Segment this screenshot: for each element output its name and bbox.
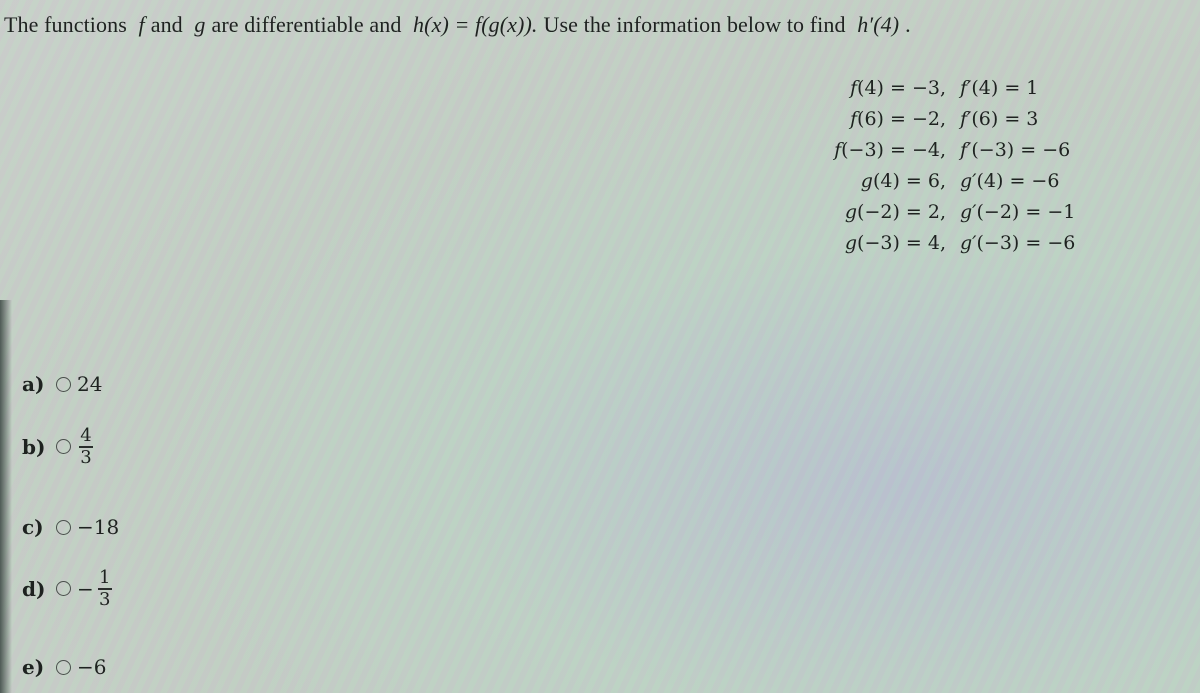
question-text-1: The functions — [4, 12, 127, 37]
given-rhs-fn: f′ — [960, 76, 972, 99]
choice-d[interactable]: d) − 1 3 — [22, 568, 112, 610]
given-rhs-fn: f′ — [960, 107, 972, 130]
numerator: 1 — [99, 567, 111, 588]
choice-a[interactable]: a) 24 — [22, 372, 102, 396]
choice-letter: e) — [22, 655, 45, 679]
given-lhs-fn: g — [860, 169, 873, 192]
given-row: g(4) = 6, g′(4) = −6 — [812, 165, 1092, 196]
given-rhs: (−2) = −1 — [976, 200, 1076, 223]
h-definition: h(x) = f(g(x)). — [413, 12, 538, 37]
given-rhs: (4) = 1 — [971, 76, 1039, 99]
given-lhs: (4) = −3, — [857, 76, 946, 99]
radio-button[interactable] — [56, 581, 71, 597]
screen-edge-shadow — [0, 300, 12, 693]
given-lhs: (−3) = 4, — [857, 231, 946, 254]
choice-letter: d) — [22, 576, 46, 601]
given-lhs: (6) = −2, — [857, 107, 946, 130]
given-rhs: (4) = −6 — [976, 169, 1060, 192]
given-rhs: (−3) = −6 — [971, 138, 1071, 161]
choice-letter: b) — [22, 434, 46, 459]
given-row: f(6) = −2, f′(6) = 3 — [812, 103, 1092, 134]
fraction: 1 3 — [97, 567, 112, 610]
given-row: f(4) = −3, f′(4) = 1 — [812, 72, 1092, 103]
radio-button[interactable] — [56, 376, 71, 392]
function-f: f — [138, 12, 145, 37]
given-rhs-fn: g′ — [960, 169, 977, 192]
choice-value: 24 — [77, 372, 103, 396]
given-lhs-fn: f — [849, 76, 858, 99]
radio-button[interactable] — [56, 659, 71, 675]
question-prompt: The functions f and g are differentiable a… — [4, 12, 911, 38]
given-rhs-fn: g′ — [960, 200, 977, 223]
given-lhs: (−3) = −4, — [841, 138, 946, 161]
given-lhs-fn: f — [849, 107, 858, 130]
choice-value: −18 — [77, 515, 120, 539]
question-text-4: Use the information below to find — [543, 12, 846, 37]
function-g: g — [194, 12, 206, 37]
choice-letter: a) — [22, 372, 45, 396]
choice-b[interactable]: b) 4 3 — [22, 426, 93, 468]
given-lhs: (−2) = 2, — [857, 200, 946, 223]
given-values: f(4) = −3, f′(4) = 1 f(6) = −2, f′(6) = … — [812, 72, 1092, 258]
choice-c[interactable]: c) −18 — [22, 515, 119, 539]
given-row: g(−3) = 4, g′(−3) = −6 — [812, 227, 1092, 258]
denominator: 3 — [80, 446, 92, 468]
denominator: 3 — [99, 588, 111, 610]
given-rhs: (−3) = −6 — [976, 231, 1076, 254]
question-text-5: . — [905, 12, 911, 37]
given-rhs: (6) = 3 — [971, 107, 1039, 130]
question-text-2: and — [150, 12, 183, 37]
choice-value: −6 — [77, 655, 107, 679]
radio-button[interactable] — [56, 519, 71, 535]
choice-e[interactable]: e) −6 — [22, 655, 106, 679]
choice-letter: c) — [22, 515, 44, 539]
question-text-3: are differentiable and — [211, 12, 402, 37]
radio-button[interactable] — [56, 439, 71, 455]
fraction: 4 3 — [79, 426, 93, 468]
given-row: g(−2) = 2, g′(−2) = −1 — [812, 196, 1092, 227]
given-lhs-fn: g — [844, 231, 858, 254]
given-rhs-fn: g′ — [960, 231, 977, 254]
given-rhs-fn: f′ — [960, 138, 972, 161]
given-row: f(−3) = −4, f′(−3) = −6 — [812, 134, 1092, 165]
given-lhs: (4) = 6, — [872, 169, 946, 192]
negative-sign: − — [77, 576, 94, 601]
given-lhs-fn: g — [844, 200, 858, 223]
numerator: 4 — [80, 425, 92, 446]
target-derivative: h′(4) — [857, 12, 900, 37]
choice-value: − 1 3 — [77, 568, 112, 610]
choice-value: 4 3 — [77, 426, 93, 468]
